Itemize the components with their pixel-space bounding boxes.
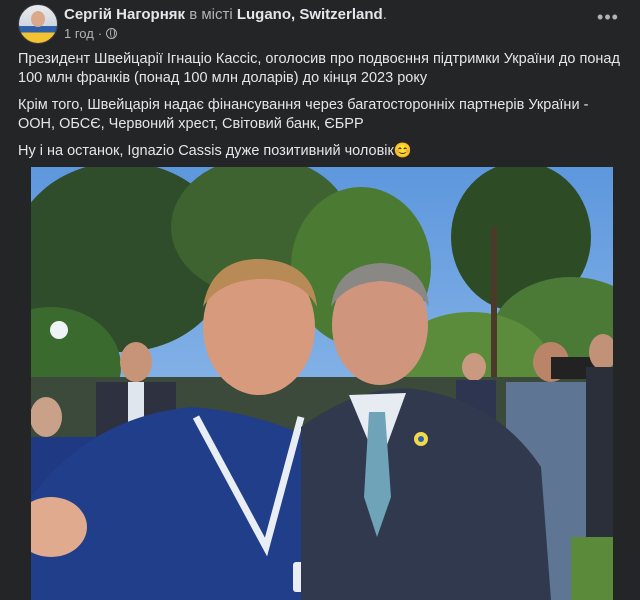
avatar-face [31, 11, 45, 27]
location-prefix: в місті [189, 6, 233, 23]
author-avatar[interactable] [18, 4, 58, 44]
post-paragraph-3: Ну і на останок, Ignazio Cassis дуже поз… [18, 143, 412, 159]
post-header: Сергій Нагорняк в місті Lugano, Switzerl… [18, 4, 622, 46]
post-meta: 1 год · [64, 26, 118, 41]
more-options-icon[interactable]: ••• [594, 8, 622, 30]
globe-icon [106, 28, 118, 39]
meta-separator: · [97, 26, 103, 41]
post-paragraph-1: Президент Швейцарії Ігнаціо Кассіс, огол… [18, 51, 620, 86]
location-suffix: . [382, 6, 387, 23]
facebook-post: Сергій Нагорняк в місті Lugano, Switzerl… [0, 0, 640, 600]
author-line: Сергій Нагорняк в місті Lugano, Switzerl… [64, 6, 387, 23]
location-name[interactable]: Lugano, Switzerland [237, 6, 383, 23]
post-photo[interactable] [31, 167, 613, 600]
photo-illustration [31, 167, 613, 600]
post-text: Президент Швейцарії Ігнаціо Кассіс, огол… [18, 50, 622, 169]
post-paragraph-2: Крім того, Швейцарія надає фінансування … [18, 97, 589, 132]
author-name[interactable]: Сергій Нагорняк [64, 6, 185, 23]
post-time[interactable]: 1 год [64, 26, 94, 41]
